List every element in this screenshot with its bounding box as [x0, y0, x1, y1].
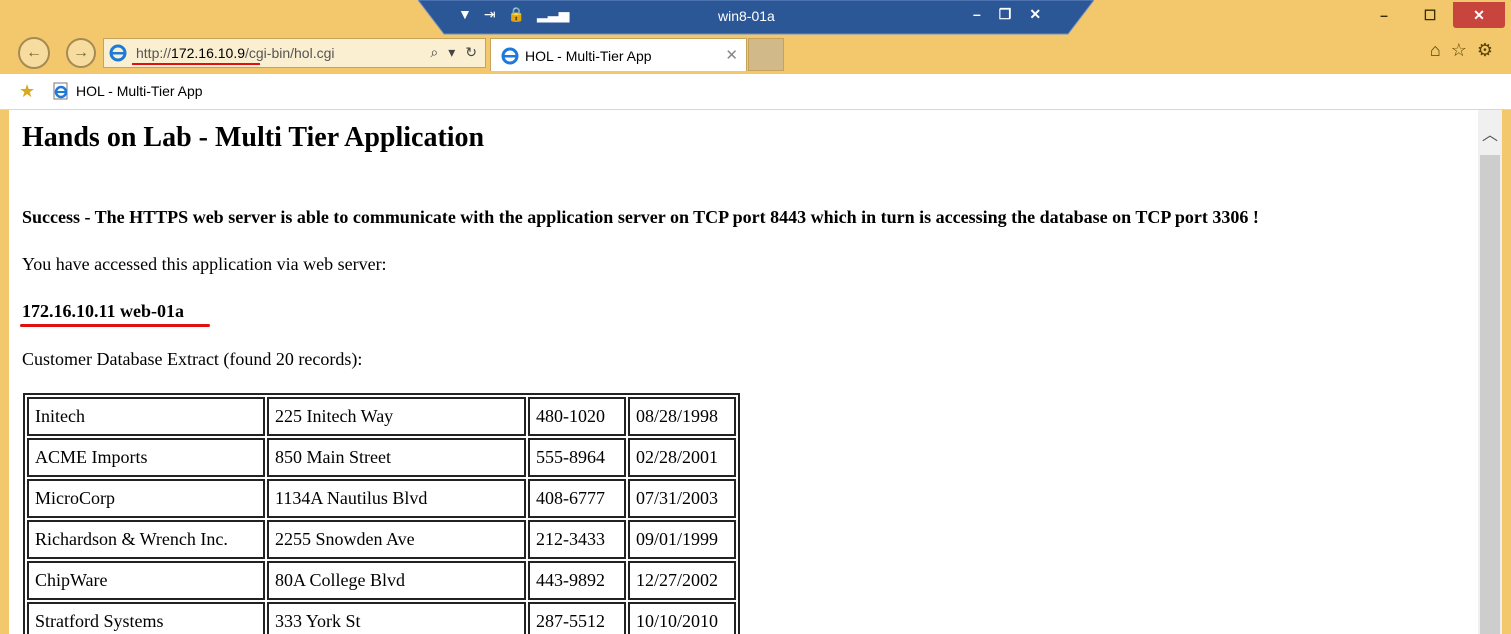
server-annotation-underline: [20, 324, 210, 327]
page-title: Hands on Lab - Multi Tier Application: [22, 122, 485, 153]
close-button[interactable]: ✕: [1453, 2, 1505, 28]
url-annotation-underline: [132, 63, 260, 65]
url-scheme: http://: [136, 45, 172, 61]
address-url[interactable]: http://172.16.10.9/cgi-bin/hol.cgi: [136, 45, 335, 61]
remote-close-button[interactable]: ✕: [1029, 6, 1041, 23]
web-server-name: 172.16.10.11 web-01a: [22, 301, 184, 321]
add-favorites-icon[interactable]: ★: [19, 81, 35, 102]
remote-restore-button[interactable]: ❐: [999, 6, 1012, 23]
back-arrow-icon: ←: [26, 44, 42, 61]
phone-cell: 555-8964: [528, 438, 626, 477]
ie-icon: [501, 47, 519, 65]
favorites-bar: ★ HOL - Multi-Tier App: [0, 74, 1511, 110]
address-cell: 2255 Snowden Ave: [267, 520, 526, 559]
gear-icon[interactable]: ⚙: [1477, 40, 1493, 61]
customer-name-cell: ChipWare: [27, 561, 265, 600]
lock-icon: 🔒: [507, 6, 526, 22]
extract-text: Customer Database Extract (found 20 reco…: [22, 349, 363, 369]
scroll-thumb[interactable]: [1480, 155, 1500, 634]
table-row: Initech 225 Initech Way 480-1020 08/28/1998: [27, 397, 736, 436]
ie-icon: [109, 44, 127, 62]
date-cell: 02/28/2001: [628, 438, 736, 477]
remote-session-title: win8-01a: [718, 8, 775, 24]
new-tab-button[interactable]: [748, 38, 784, 71]
customer-table: Initech 225 Initech Way 480-1020 08/28/1998…: [23, 393, 740, 634]
access-text: You have accessed this application via w…: [22, 254, 387, 274]
address-bar[interactable]: http://172.16.10.9/cgi-bin/hol.cgi ⌕ ▾ ↻: [103, 38, 486, 68]
favorites-item-hol[interactable]: HOL - Multi-Tier App: [76, 83, 203, 99]
address-cell: 80A College Blvd: [267, 561, 526, 600]
customer-name-cell: Richardson & Wrench Inc.: [27, 520, 265, 559]
scroll-up-icon[interactable]: ︿: [1478, 124, 1502, 148]
remote-minimize-button[interactable]: –: [973, 6, 981, 23]
table-row: MicroCorp 1134A Nautilus Blvd 408-6777 07/3…: [27, 479, 736, 518]
phone-cell: 212-3433: [528, 520, 626, 559]
phone-cell: 408-6777: [528, 479, 626, 518]
customer-name-cell: MicroCorp: [27, 479, 265, 518]
dropdown-icon[interactable]: ▾: [448, 44, 455, 61]
date-cell: 09/01/1999: [628, 520, 736, 559]
minimize-button[interactable]: –: [1361, 2, 1407, 28]
table-row: ChipWare 80A College Blvd 443-9892 12/27/20…: [27, 561, 736, 600]
customer-name-cell: Initech: [27, 397, 265, 436]
window-controls: – ☐ ✕: [1361, 2, 1505, 28]
search-icon[interactable]: ⌕: [430, 44, 438, 61]
remote-menu-icon[interactable]: ▼: [458, 6, 472, 23]
page-content: Hands on Lab - Multi Tier Application Su…: [9, 110, 1478, 634]
signal-icon: ▂▃▅: [537, 6, 570, 22]
table-row: Stratford Systems 333 York St 287-5512 10/1…: [27, 602, 736, 634]
favorites-star-icon[interactable]: ☆: [1451, 40, 1467, 61]
forward-button[interactable]: →: [66, 38, 96, 68]
customer-name-cell: ACME Imports: [27, 438, 265, 477]
refresh-icon[interactable]: ↻: [465, 44, 477, 61]
maximize-button[interactable]: ☐: [1407, 2, 1453, 28]
date-cell: 12/27/2002: [628, 561, 736, 600]
pin-icon[interactable]: ⇥: [484, 6, 496, 23]
vertical-scrollbar[interactable]: ︿: [1478, 110, 1502, 634]
home-icon[interactable]: ⌂: [1430, 40, 1441, 61]
url-host: 172.16.10.9: [171, 45, 245, 61]
date-cell: 07/31/2003: [628, 479, 736, 518]
window-frame-right: [1502, 110, 1511, 634]
remote-connection-bar: ▼ ⇥ 🔒 ▂▃▅ win8-01a – ❐ ✕: [418, 0, 1094, 36]
date-cell: 08/28/1998: [628, 397, 736, 436]
table-row: Richardson & Wrench Inc. 2255 Snowden Ave…: [27, 520, 736, 559]
address-cell: 333 York St: [267, 602, 526, 634]
back-button[interactable]: ←: [18, 37, 50, 69]
url-path: /cgi-bin/hol.cgi: [245, 45, 335, 61]
table-row: ACME Imports 850 Main Street 555-8964 02/28…: [27, 438, 736, 477]
date-cell: 10/10/2010: [628, 602, 736, 634]
phone-cell: 287-5512: [528, 602, 626, 634]
ie-page-icon: [53, 82, 68, 100]
customer-name-cell: Stratford Systems: [27, 602, 265, 634]
tab-label: HOL - Multi-Tier App: [525, 48, 652, 64]
success-message: Success - The HTTPS web server is able t…: [22, 207, 1259, 227]
address-cell: 1134A Nautilus Blvd: [267, 479, 526, 518]
phone-cell: 443-9892: [528, 561, 626, 600]
address-cell: 225 Initech Way: [267, 397, 526, 436]
address-cell: 850 Main Street: [267, 438, 526, 477]
forward-arrow-icon: →: [73, 44, 89, 61]
phone-cell: 480-1020: [528, 397, 626, 436]
tab-hol-multi-tier-app[interactable]: HOL - Multi-Tier App ✕: [490, 38, 747, 71]
tab-close-icon[interactable]: ✕: [725, 46, 738, 64]
window-frame-left: [0, 110, 9, 634]
